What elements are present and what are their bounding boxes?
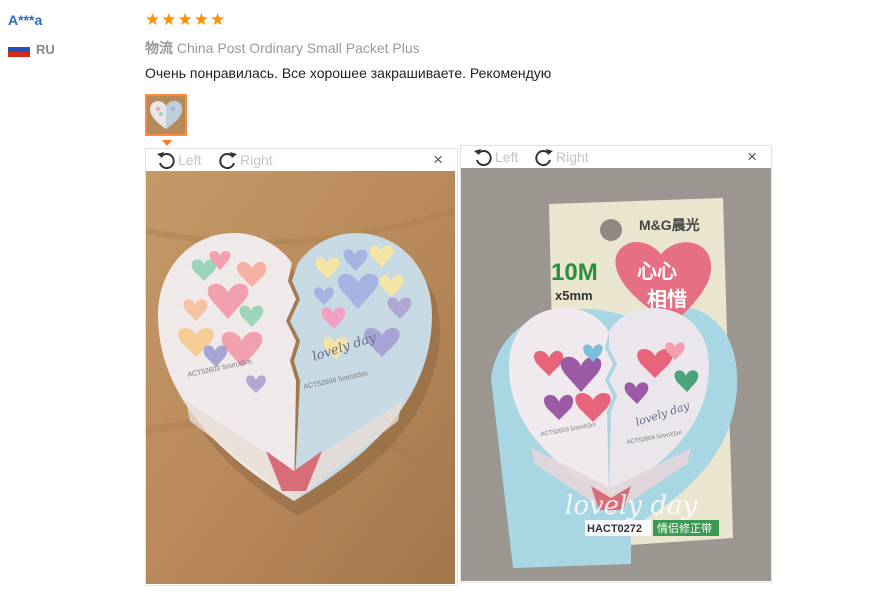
product-code-desc: 情侣修正带: [657, 521, 712, 535]
product-code: HACT0272: [587, 523, 642, 535]
star-icon: ★: [177, 10, 193, 29]
country-code: RU: [36, 42, 55, 57]
russia-flag-icon: [8, 42, 30, 57]
rotate-ccw-icon: [474, 149, 492, 167]
star-icon: ★: [193, 10, 209, 29]
review-photo-1[interactable]: lovely day ACT52603 5mmX5m ACT52604 5mmX…: [146, 171, 455, 584]
close-icon[interactable]: ×: [747, 148, 757, 166]
viewer-toolbar: Left Right ×: [146, 149, 457, 171]
card-script-text: lovely day: [565, 491, 697, 521]
thumbnail-pointer: [162, 140, 172, 146]
photo-viewer-1: Left Right × lovely day ACT52603 5mmX5m …: [145, 148, 458, 586]
reviewer-name[interactable]: A***a: [8, 12, 42, 28]
rotate-cw-icon: [219, 152, 237, 170]
rotate-ccw-icon: [157, 152, 175, 170]
star-rating: ★ ★ ★ ★ ★: [145, 11, 225, 28]
viewer-toolbar: Left Right ×: [461, 146, 771, 168]
slogan-line2: 相惜: [647, 287, 687, 311]
rotate-left-label: Left: [178, 152, 202, 168]
rotate-right-button[interactable]: Right: [534, 147, 589, 167]
rotate-left-button[interactable]: Left: [473, 147, 518, 167]
close-icon[interactable]: ×: [433, 151, 443, 169]
logistics-info: 物流 China Post Ordinary Small Packet Plus: [145, 38, 420, 58]
rotate-left-label: Left: [495, 149, 519, 165]
star-icon: ★: [161, 10, 177, 29]
rotate-right-label: Right: [240, 152, 273, 168]
slogan-line1: 心心: [637, 259, 677, 283]
rotate-right-label: Right: [556, 149, 589, 165]
rotate-right-button[interactable]: Right: [218, 150, 273, 170]
logistics-label: 物流: [145, 40, 173, 56]
length-text: 10M: [551, 259, 598, 286]
star-icon: ★: [210, 10, 226, 29]
review-photo-2[interactable]: M&G晨光 10M x5mm 心心 相惜 lovely day ACT52603…: [461, 168, 771, 581]
photo-thumbnail[interactable]: [145, 94, 187, 136]
rotate-left-button[interactable]: Left: [156, 150, 201, 170]
brand-text: M&G晨光: [639, 217, 700, 233]
star-icon: ★: [145, 10, 161, 29]
review-text: Очень понравилась. Все хорошее закрашива…: [145, 65, 552, 81]
width-text: x5mm: [555, 288, 593, 303]
logistics-value: China Post Ordinary Small Packet Plus: [176, 40, 420, 56]
reviewer-country: RU: [8, 42, 55, 57]
photo-viewer-2: Left Right × M&G晨光 10M x5mm 心心 相惜 lovely…: [460, 145, 772, 583]
rotate-cw-icon: [535, 149, 553, 167]
